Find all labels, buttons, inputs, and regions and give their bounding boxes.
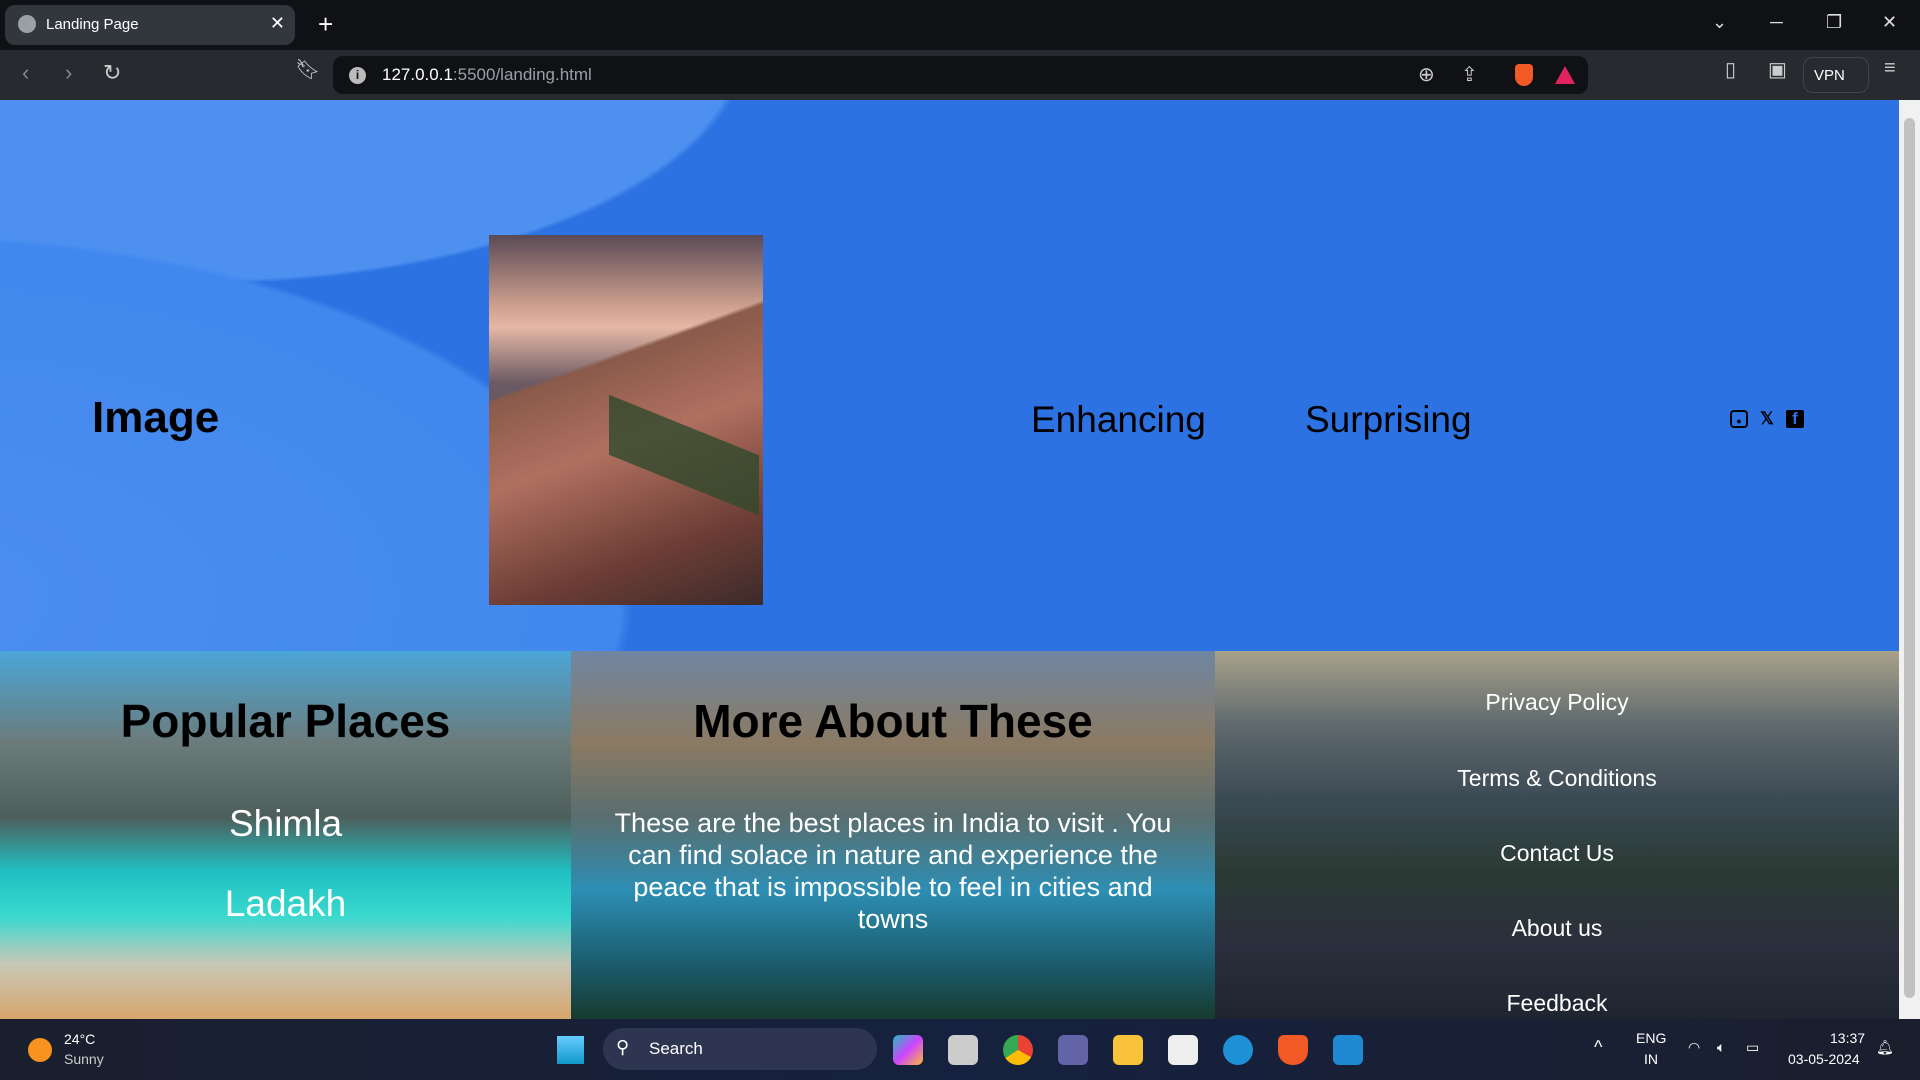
menu-icon[interactable]: ≡ bbox=[1884, 57, 1896, 80]
more-about-section: More About These These are the best plac… bbox=[571, 651, 1215, 1019]
microsoft-store-icon[interactable] bbox=[1168, 1035, 1198, 1065]
nav-enhancing[interactable]: Enhancing bbox=[1031, 399, 1206, 441]
help-icon[interactable] bbox=[1223, 1035, 1253, 1065]
search-icon: ⚲ bbox=[616, 1037, 630, 1057]
link-feedback[interactable]: Feedback bbox=[1215, 990, 1899, 1017]
tab-search-chevron-icon[interactable]: ⌄ bbox=[1712, 12, 1727, 33]
lang-secondary[interactable]: IN bbox=[1644, 1051, 1658, 1067]
reload-button[interactable]: ↻ bbox=[103, 60, 121, 86]
zoom-icon[interactable]: ⊕ bbox=[1418, 62, 1435, 87]
battery-icon[interactable]: ▭ bbox=[1746, 1039, 1759, 1056]
vpn-button[interactable]: VPN bbox=[1803, 57, 1869, 93]
clock-time[interactable]: 13:37 bbox=[1830, 1030, 1865, 1046]
page-scrollbar[interactable] bbox=[1899, 100, 1920, 1019]
more-about-heading: More About These bbox=[693, 695, 1093, 747]
new-tab-button[interactable]: + bbox=[318, 9, 333, 40]
lang-primary[interactable]: ENG bbox=[1636, 1030, 1666, 1046]
popular-places-heading: Popular Places bbox=[120, 695, 451, 747]
show-hidden-icons[interactable]: ^ bbox=[1594, 1037, 1602, 1058]
browser-toolbar: ‹ › ↻ 🔖︎ i 127.0.0.1:5500/landing.html ⊕… bbox=[0, 50, 1920, 100]
close-window-button[interactable]: ✕ bbox=[1882, 12, 1897, 33]
teams-icon[interactable] bbox=[1058, 1035, 1088, 1065]
link-terms[interactable]: Terms & Conditions bbox=[1215, 765, 1899, 792]
file-explorer-icon[interactable] bbox=[1113, 1035, 1143, 1065]
globe-icon bbox=[18, 15, 36, 33]
volume-icon[interactable]: 🔈︎ bbox=[1717, 1039, 1725, 1056]
wallet-icon[interactable]: ▣ bbox=[1768, 57, 1787, 82]
restore-button[interactable]: ❐ bbox=[1826, 12, 1842, 33]
url-text: 127.0.0.1:5500/landing.html bbox=[382, 65, 592, 85]
more-about-text: These are the best places in India to vi… bbox=[614, 808, 1172, 934]
taskbar-search[interactable]: Search bbox=[603, 1028, 877, 1070]
windows-start-icon[interactable] bbox=[556, 1036, 584, 1064]
vscode-icon[interactable] bbox=[1333, 1035, 1363, 1065]
x-icon[interactable]: 𝕏 bbox=[1758, 410, 1776, 428]
nav-surprising[interactable]: Surprising bbox=[1305, 399, 1472, 441]
minimize-button[interactable]: ─ bbox=[1770, 12, 1783, 33]
brave-shields-icon[interactable] bbox=[1515, 64, 1533, 86]
tab-title: Landing Page bbox=[46, 16, 139, 33]
close-tab-icon[interactable]: ✕ bbox=[270, 13, 285, 34]
url-path: :5500/landing.html bbox=[452, 65, 592, 84]
windows-taskbar: 24°C Sunny Search ⚲ ^ ENG IN ◠ 🔈︎ ▭ 13:3… bbox=[0, 1019, 1920, 1080]
sidebar-icon[interactable]: ▯ bbox=[1725, 57, 1736, 82]
link-contact-us[interactable]: Contact Us bbox=[1215, 840, 1899, 867]
address-bar[interactable]: i 127.0.0.1:5500/landing.html ⊕ ⇪ bbox=[333, 56, 1588, 94]
brave-rewards-icon[interactable] bbox=[1555, 66, 1575, 84]
tab-landing-page[interactable]: Landing Page ✕ bbox=[5, 5, 295, 45]
copilot-icon[interactable] bbox=[893, 1035, 923, 1065]
logo-text: Image bbox=[92, 393, 220, 442]
notification-bell-icon[interactable]: 🔔︎ bbox=[1876, 1039, 1894, 1056]
vpn-label: VPN bbox=[1814, 67, 1845, 84]
weather-temp[interactable]: 24°C bbox=[64, 1031, 95, 1047]
share-icon[interactable]: ⇪ bbox=[1461, 62, 1478, 87]
back-button[interactable]: ‹ bbox=[22, 60, 29, 86]
weather-condition[interactable]: Sunny bbox=[64, 1051, 104, 1067]
forward-button[interactable]: › bbox=[65, 60, 72, 86]
instagram-icon[interactable]: ● bbox=[1730, 410, 1748, 428]
page-content: Image Enhancing Surprising ● 𝕏 f Popular… bbox=[0, 100, 1899, 1019]
sun-icon bbox=[28, 1038, 52, 1062]
link-privacy-policy[interactable]: Privacy Policy bbox=[1215, 689, 1899, 716]
footer-links-section: Privacy Policy Terms & Conditions Contac… bbox=[1215, 651, 1899, 1019]
link-about-us[interactable]: About us bbox=[1215, 915, 1899, 942]
bookmark-icon[interactable]: 🔖︎ bbox=[295, 57, 320, 82]
site-info-icon[interactable]: i bbox=[349, 67, 366, 84]
chrome-icon[interactable] bbox=[1003, 1035, 1033, 1065]
scrollbar-thumb[interactable] bbox=[1904, 118, 1915, 998]
wifi-icon[interactable]: ◠ bbox=[1688, 1039, 1700, 1056]
place-ladakh[interactable]: Ladakh bbox=[0, 883, 571, 925]
facebook-icon[interactable]: f bbox=[1786, 410, 1804, 428]
mountain-photo bbox=[489, 235, 763, 605]
task-view-icon[interactable] bbox=[948, 1035, 978, 1065]
hero-section: Image Enhancing Surprising ● 𝕏 f bbox=[0, 100, 1899, 651]
popular-places-section: Popular Places Shimla Ladakh bbox=[0, 651, 571, 1019]
brave-icon[interactable] bbox=[1278, 1035, 1308, 1065]
search-label: Search bbox=[649, 1039, 703, 1058]
url-host: 127.0.0.1 bbox=[382, 65, 453, 84]
tab-strip: Landing Page ✕ + ⌄ ─ ❐ ✕ bbox=[0, 0, 1920, 50]
clock-date[interactable]: 03-05-2024 bbox=[1788, 1051, 1860, 1067]
place-shimla[interactable]: Shimla bbox=[0, 803, 571, 845]
